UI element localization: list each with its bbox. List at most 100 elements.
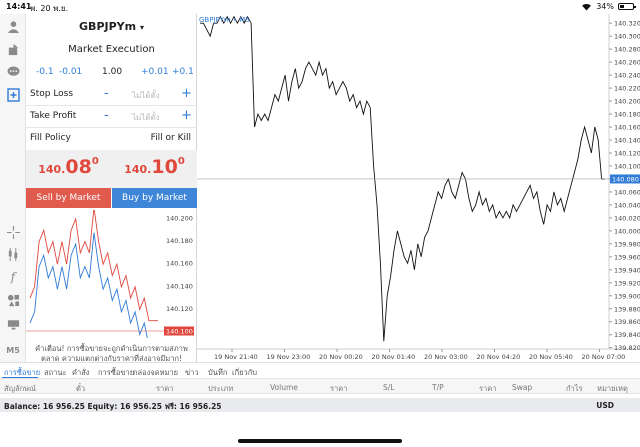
balance-bar: Balance: 16 956.25 Equity: 16 956.25 ฟรี… (0, 398, 640, 412)
stop-loss-input[interactable]: ไม่ได้ตั้ง (132, 89, 160, 102)
mini-ask-line (29, 210, 158, 322)
y-tick-label: 140.120 (614, 149, 640, 157)
column-header[interactable]: ราคา (330, 383, 347, 395)
symbol-selector[interactable]: GBPJPYm ▾ (26, 20, 197, 33)
price-chart[interactable]: 140.320 140.300 140.280 140.260 140.240 140.2… (197, 14, 640, 362)
sell-price-point: 0 (91, 156, 99, 167)
balance-text: Balance: 16 956.25 Equity: 16 956.25 ฟรี… (4, 402, 222, 411)
mini-y-tick-label: 140.180 (166, 237, 193, 245)
buy-by-market-button[interactable]: Buy by Market (112, 188, 197, 208)
column-header[interactable]: ตั๋ว (76, 383, 85, 395)
stop-loss-minus-button[interactable]: - (104, 86, 109, 101)
crosshair-icon[interactable] (5, 224, 21, 240)
column-header[interactable]: T/P (432, 383, 444, 392)
sell-price: 140.080 (26, 156, 111, 178)
symbol-name: GBPJPYm (79, 20, 137, 33)
take-profit-plus-button[interactable]: + (181, 108, 192, 123)
column-header[interactable]: ราคา (479, 383, 496, 395)
terminal-tabs: การซื้อขาย สถานะ คำสั่ง การซื้อขาย กล่องจดหม… (0, 362, 640, 379)
stop-loss-row: Stop Loss - ไม่ได้ตั้ง + (26, 86, 197, 102)
new-order-icon[interactable] (5, 87, 21, 103)
battery-icon (618, 3, 636, 10)
column-header[interactable]: Swap (512, 383, 532, 392)
chat-icon[interactable] (5, 64, 21, 80)
x-tick-label: 20 Nov 05:40 (529, 353, 573, 361)
column-header[interactable]: กำไร (566, 383, 583, 395)
buy-price-prefix: 140. (124, 163, 152, 176)
fill-policy-label: Fill Policy (30, 133, 71, 143)
order-panel: GBPJPYm ▾ Market Execution -0.1 -0.01 1.… (26, 14, 197, 363)
y-tick-label: 140.200 (614, 98, 640, 106)
mini-y-tick-label: 140.160 (166, 260, 193, 268)
y-tick-label: 140.160 (614, 124, 640, 132)
accounts-icon[interactable] (5, 41, 21, 57)
account-currency: USD (596, 401, 614, 410)
y-tick-label: 139.980 (614, 240, 640, 248)
take-profit-row: Take Profit - ไม่ได้ตั้ง + (26, 108, 197, 124)
mini-y-tick-label: 140.120 (166, 305, 193, 313)
column-header[interactable]: ราคา (156, 383, 173, 395)
indicators-icon[interactable] (5, 246, 21, 262)
column-header[interactable]: ประเภท (208, 383, 233, 395)
stop-loss-plus-button[interactable]: + (181, 86, 192, 101)
y-tick-label: 140.180 (614, 111, 640, 119)
y-tick-label: 140.320 (614, 20, 640, 28)
y-tick-label: 140.140 (614, 137, 640, 145)
trade-table-header: สัญลักษณ์ ตั๋ว ราคา ประเภท Volume ราคา S/L T/P ร… (0, 378, 640, 394)
take-profit-label: Take Profit (30, 111, 77, 121)
take-profit-minus-button[interactable]: - (104, 108, 109, 123)
y-tick-label: 139.940 (614, 266, 640, 274)
execution-type[interactable]: Market Execution (26, 44, 197, 55)
x-tick-label: 19 Nov 23:00 (267, 353, 311, 361)
volume-plus-large-button[interactable]: +0.1 (172, 67, 194, 77)
y-tick-label: 140.040 (614, 201, 640, 209)
x-tick-label: 20 Nov 01:40 (372, 353, 416, 361)
y-tick-label: 139.860 (614, 318, 640, 326)
column-header[interactable]: หมายเหตุ (597, 383, 628, 395)
column-header[interactable]: สัญลักษณ์ (4, 383, 36, 395)
column-header[interactable]: Volume (270, 383, 298, 392)
mini-bid-line (29, 232, 148, 338)
take-profit-input[interactable]: ไม่ได้ตั้ง (132, 111, 160, 124)
clock: 14:41 (6, 2, 32, 11)
stop-loss-label: Stop Loss (30, 89, 74, 99)
sell-by-market-button[interactable]: Sell by Market (26, 188, 111, 208)
x-tick-label: 19 Nov 21:40 (214, 353, 258, 361)
volume-minus-small-button[interactable]: -0.01 (59, 67, 82, 77)
y-tick-label: 140.100 (614, 162, 640, 170)
objects-panel-icon[interactable] (5, 316, 21, 332)
y-tick-label: 139.900 (614, 292, 640, 300)
mini-y-tick-label: 140.140 (166, 282, 193, 290)
timeframe-icon[interactable]: M5 (5, 342, 21, 358)
divider (26, 105, 197, 106)
volume-minus-large-button[interactable]: -0.1 (36, 67, 54, 77)
y-tick-label: 140.060 (614, 188, 640, 196)
volume-plus-small-button[interactable]: +0.01 (141, 67, 169, 77)
y-tick-label: 139.840 (614, 331, 640, 339)
x-tick-label: 20 Nov 04:20 (477, 353, 521, 361)
volume-input[interactable]: 1.00 (102, 67, 122, 77)
y-tick-label: 139.960 (614, 253, 640, 261)
y-tick-label: 140.020 (614, 214, 640, 222)
y-tick-label: 140.000 (614, 227, 640, 235)
mini-tick-chart: 140.200 140.180 140.160 140.140 140.120 140.1… (26, 210, 194, 338)
battery-percent: 34% (596, 2, 614, 11)
volume-stepper: -0.1 -0.01 1.00 +0.01 +0.1 (26, 67, 197, 81)
x-tick-label: 20 Nov 07:00 (582, 353, 626, 361)
user-icon[interactable] (5, 18, 21, 34)
y-tick-label: 139.880 (614, 305, 640, 313)
objects-icon[interactable] (5, 292, 21, 308)
y-tick-label: 140.300 (614, 33, 640, 41)
wifi-icon (582, 3, 592, 11)
y-tick-label: 140.220 (614, 85, 640, 93)
fill-policy-value[interactable]: Fill or Kill (151, 133, 191, 143)
y-tick-label: 140.280 (614, 46, 640, 54)
column-header[interactable]: S/L (383, 383, 394, 392)
y-tick-label: 139.920 (614, 279, 640, 287)
fill-policy-row[interactable]: Fill Policy Fill or Kill (26, 132, 197, 146)
sell-price-big: 08 (65, 156, 92, 178)
price-display: 140.080 140.100 (26, 150, 197, 188)
buy-price: 140.100 (112, 156, 197, 178)
function-icon[interactable]: f (5, 269, 21, 285)
buy-price-big: 10 (151, 156, 178, 178)
